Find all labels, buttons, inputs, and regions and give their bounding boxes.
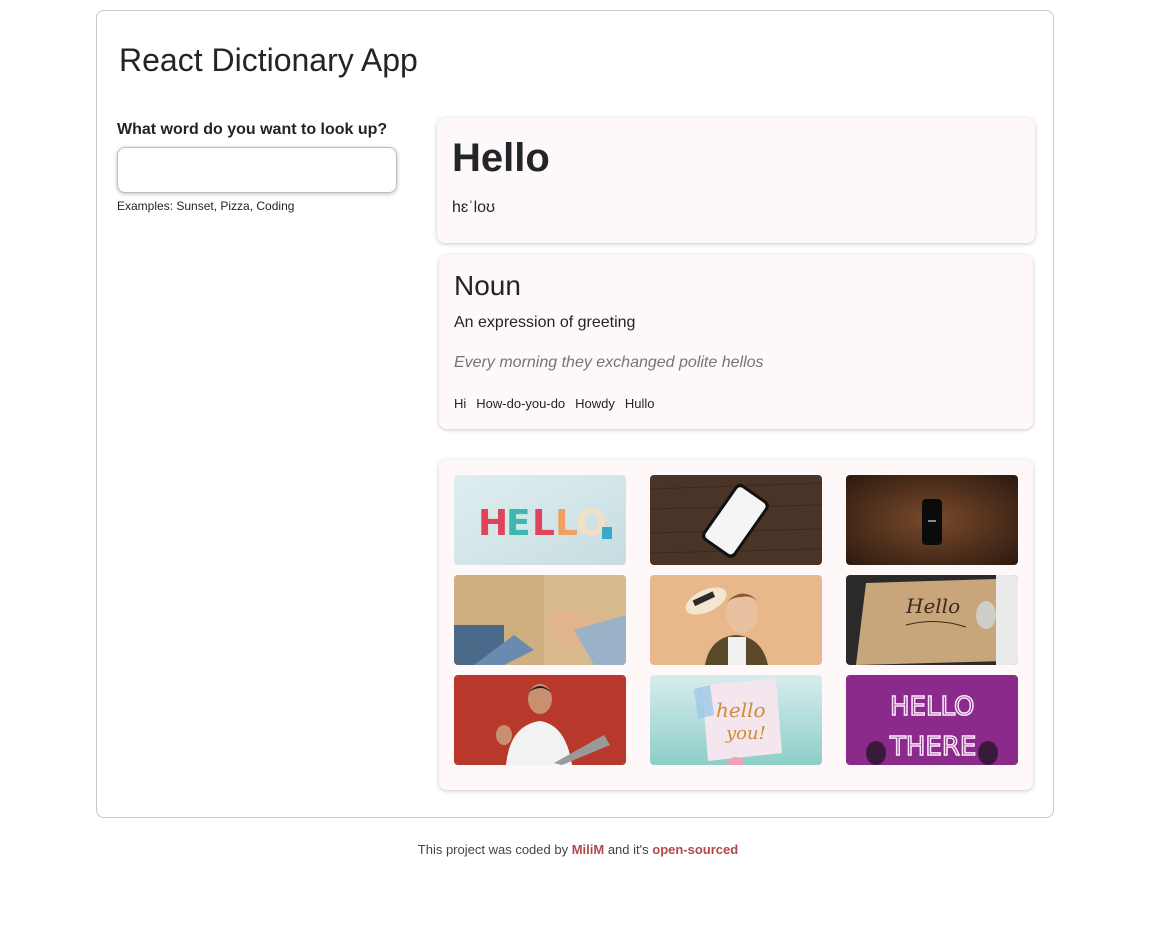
footer: This project was coded by MiliM and it's… [0,842,1156,857]
photo-hello-there-neon[interactable]: HELLO THERE [846,675,1018,765]
svg-text:Hello: Hello [905,594,960,618]
svg-text:HELLO: HELLO [890,692,975,722]
footer-prefix: This project was coded by [417,842,569,857]
black-phone-on-wood-image [846,475,1018,565]
photo-black-phone-on-wood[interactable] [846,475,1018,565]
svg-text:hello: hello [716,698,766,722]
synonym-item[interactable]: How-do-you-do [476,396,565,411]
photo-phone-on-wood[interactable] [650,475,822,565]
part-of-speech: Noun [454,270,521,301]
footer-middle: and it's [607,842,649,857]
phone-on-wood-image [650,475,822,565]
search-label: What word do you want to look up? [117,121,388,138]
photo-man-waving-laptop[interactable] [454,675,626,765]
man-waving-laptop-image [454,675,626,765]
hello-letters-image: H E L L O [454,475,626,565]
photos-card: H E L L O Hello hello you! HELLO THERE [439,460,1033,790]
app-container: React Dictionary App What word do you wa… [96,10,1054,818]
search-hint: Examples: Sunset, Pizza, Coding [117,199,295,213]
man-with-hat-image [650,575,822,665]
handshake-image [454,575,626,665]
photo-hello-letters[interactable]: H E L L O [454,475,626,565]
synonym-item[interactable]: Hi [454,396,466,411]
app-title: React Dictionary App [119,42,418,78]
phonetic-text: hɛˈloʊ [452,199,496,216]
svg-text:you!: you! [725,723,766,744]
definition-text: An expression of greeting [454,314,636,331]
open-source-link[interactable]: open-sourced [652,842,738,857]
photo-handshake[interactable] [454,575,626,665]
photo-hello-you-note[interactable]: hello you! [650,675,822,765]
svg-text:L: L [532,503,555,544]
example-text: Every morning they exchanged polite hell… [454,354,764,371]
synonym-item[interactable]: Hullo [625,396,655,411]
hello-calligraphy-image: Hello [846,575,1018,665]
word-card: Hello hɛˈloʊ [437,118,1035,243]
search-input[interactable] [117,147,397,193]
svg-text:L: L [555,503,578,544]
hello-you-note-image: hello you! [650,675,822,765]
photo-man-with-hat[interactable] [650,575,822,665]
meaning-card: Noun An expression of greeting Every mor… [439,255,1033,429]
svg-text:THERE: THERE [889,732,976,762]
synonyms-list: Hi How-do-you-do Howdy Hullo [454,396,655,411]
svg-text:E: E [506,503,531,544]
hello-there-neon-image: HELLO THERE [846,675,1018,765]
photo-hello-calligraphy[interactable]: Hello [846,575,1018,665]
word-heading: Hello [452,136,550,180]
author-link[interactable]: MiliM [572,842,605,857]
synonym-item[interactable]: Howdy [575,396,615,411]
svg-text:H: H [478,503,508,544]
